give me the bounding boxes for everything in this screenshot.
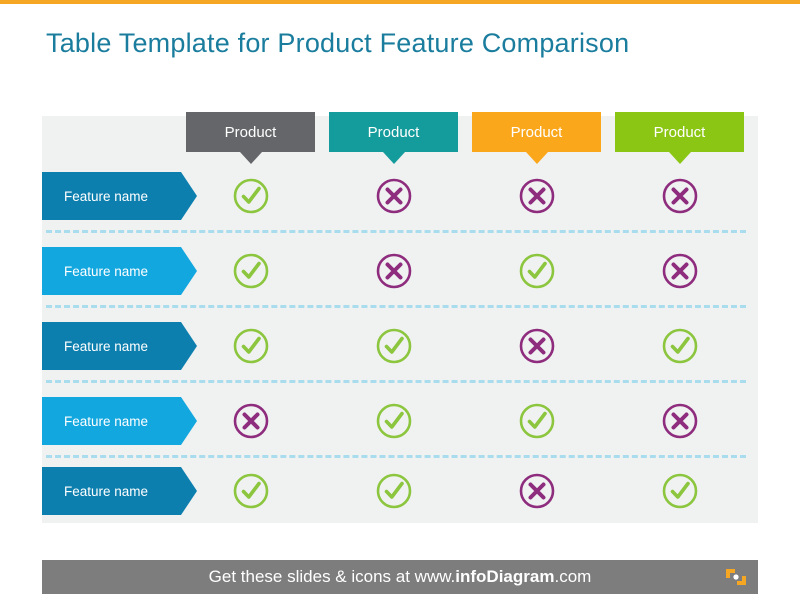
status-cell[interactable] bbox=[615, 467, 744, 515]
status-cell[interactable] bbox=[329, 397, 458, 445]
check-icon bbox=[662, 473, 697, 509]
footer-brand: infoDiagram bbox=[455, 567, 555, 586]
status-cell[interactable] bbox=[472, 467, 601, 515]
status-cell[interactable] bbox=[186, 172, 315, 220]
feature-label-chip-5[interactable]: Feature name bbox=[42, 467, 197, 515]
column-header-label: Product bbox=[510, 123, 563, 141]
row-divider bbox=[46, 305, 746, 308]
status-cell[interactable] bbox=[472, 247, 601, 295]
cross-icon bbox=[519, 178, 554, 214]
feature-label-chip-2[interactable]: Feature name bbox=[42, 247, 197, 295]
cross-icon bbox=[376, 253, 411, 289]
feature-label: Feature name bbox=[64, 483, 149, 499]
check-icon bbox=[233, 253, 268, 289]
feature-label: Feature name bbox=[64, 188, 149, 204]
status-cell[interactable] bbox=[472, 322, 601, 370]
status-cell[interactable] bbox=[615, 172, 744, 220]
top-accent-bar bbox=[0, 0, 800, 4]
page-title: Table Template for Product Feature Compa… bbox=[46, 28, 630, 58]
status-cell[interactable] bbox=[329, 247, 458, 295]
status-cell[interactable] bbox=[615, 247, 744, 295]
column-header-label: Product bbox=[367, 123, 420, 141]
cross-icon bbox=[233, 403, 268, 439]
row-divider bbox=[46, 455, 746, 458]
table-header-row: Product Product Product Product bbox=[42, 112, 758, 170]
column-header-2[interactable]: Product bbox=[329, 112, 458, 164]
check-icon bbox=[376, 473, 411, 509]
cross-icon bbox=[376, 178, 411, 214]
table-row: Feature name bbox=[42, 322, 758, 376]
table-row: Feature name bbox=[42, 397, 758, 451]
check-icon bbox=[233, 328, 268, 364]
cross-icon bbox=[662, 178, 697, 214]
footer-bar: Get these slides & icons at www.infoDiag… bbox=[42, 560, 758, 594]
cross-icon bbox=[662, 253, 697, 289]
cross-icon bbox=[519, 328, 554, 364]
check-icon bbox=[519, 403, 554, 439]
column-header-label: Product bbox=[653, 123, 706, 141]
column-header-3[interactable]: Product bbox=[472, 112, 601, 164]
feature-label: Feature name bbox=[64, 413, 149, 429]
column-header-pointer-icon bbox=[668, 152, 691, 164]
check-icon bbox=[519, 253, 554, 289]
status-cell[interactable] bbox=[186, 322, 315, 370]
feature-label-chip-1[interactable]: Feature name bbox=[42, 172, 197, 220]
column-header-4[interactable]: Product bbox=[615, 112, 744, 164]
column-header-pointer-icon bbox=[382, 152, 405, 164]
status-cell[interactable] bbox=[329, 322, 458, 370]
feature-label-chip-4[interactable]: Feature name bbox=[42, 397, 197, 445]
column-header-pointer-icon bbox=[239, 152, 262, 164]
status-cell[interactable] bbox=[329, 467, 458, 515]
table-row: Feature name bbox=[42, 247, 758, 301]
column-header-pointer-icon bbox=[525, 152, 548, 164]
check-icon bbox=[376, 403, 411, 439]
check-icon bbox=[662, 328, 697, 364]
status-cell[interactable] bbox=[186, 397, 315, 445]
table-row: Feature name bbox=[42, 172, 758, 226]
status-cell[interactable] bbox=[472, 397, 601, 445]
footer-text-before: Get these slides & icons at www. bbox=[208, 567, 456, 586]
feature-label: Feature name bbox=[64, 338, 149, 354]
footer-text-after: .com bbox=[554, 567, 592, 586]
status-cell[interactable] bbox=[615, 322, 744, 370]
status-cell[interactable] bbox=[186, 467, 315, 515]
status-cell[interactable] bbox=[186, 247, 315, 295]
status-cell[interactable] bbox=[472, 172, 601, 220]
feature-label: Feature name bbox=[64, 263, 149, 279]
row-divider bbox=[46, 230, 746, 233]
check-icon bbox=[376, 328, 411, 364]
cross-icon bbox=[662, 403, 697, 439]
column-header-label: Product bbox=[224, 123, 277, 141]
status-cell[interactable] bbox=[615, 397, 744, 445]
infodiagram-logo-icon bbox=[724, 566, 748, 588]
table-row: Feature name bbox=[42, 467, 758, 521]
footer-text: Get these slides & icons at www.infoDiag… bbox=[209, 567, 592, 587]
cross-icon bbox=[519, 473, 554, 509]
row-divider bbox=[46, 380, 746, 383]
check-icon bbox=[233, 473, 268, 509]
check-icon bbox=[233, 178, 268, 214]
feature-label-chip-3[interactable]: Feature name bbox=[42, 322, 197, 370]
column-header-1[interactable]: Product bbox=[186, 112, 315, 164]
status-cell[interactable] bbox=[329, 172, 458, 220]
